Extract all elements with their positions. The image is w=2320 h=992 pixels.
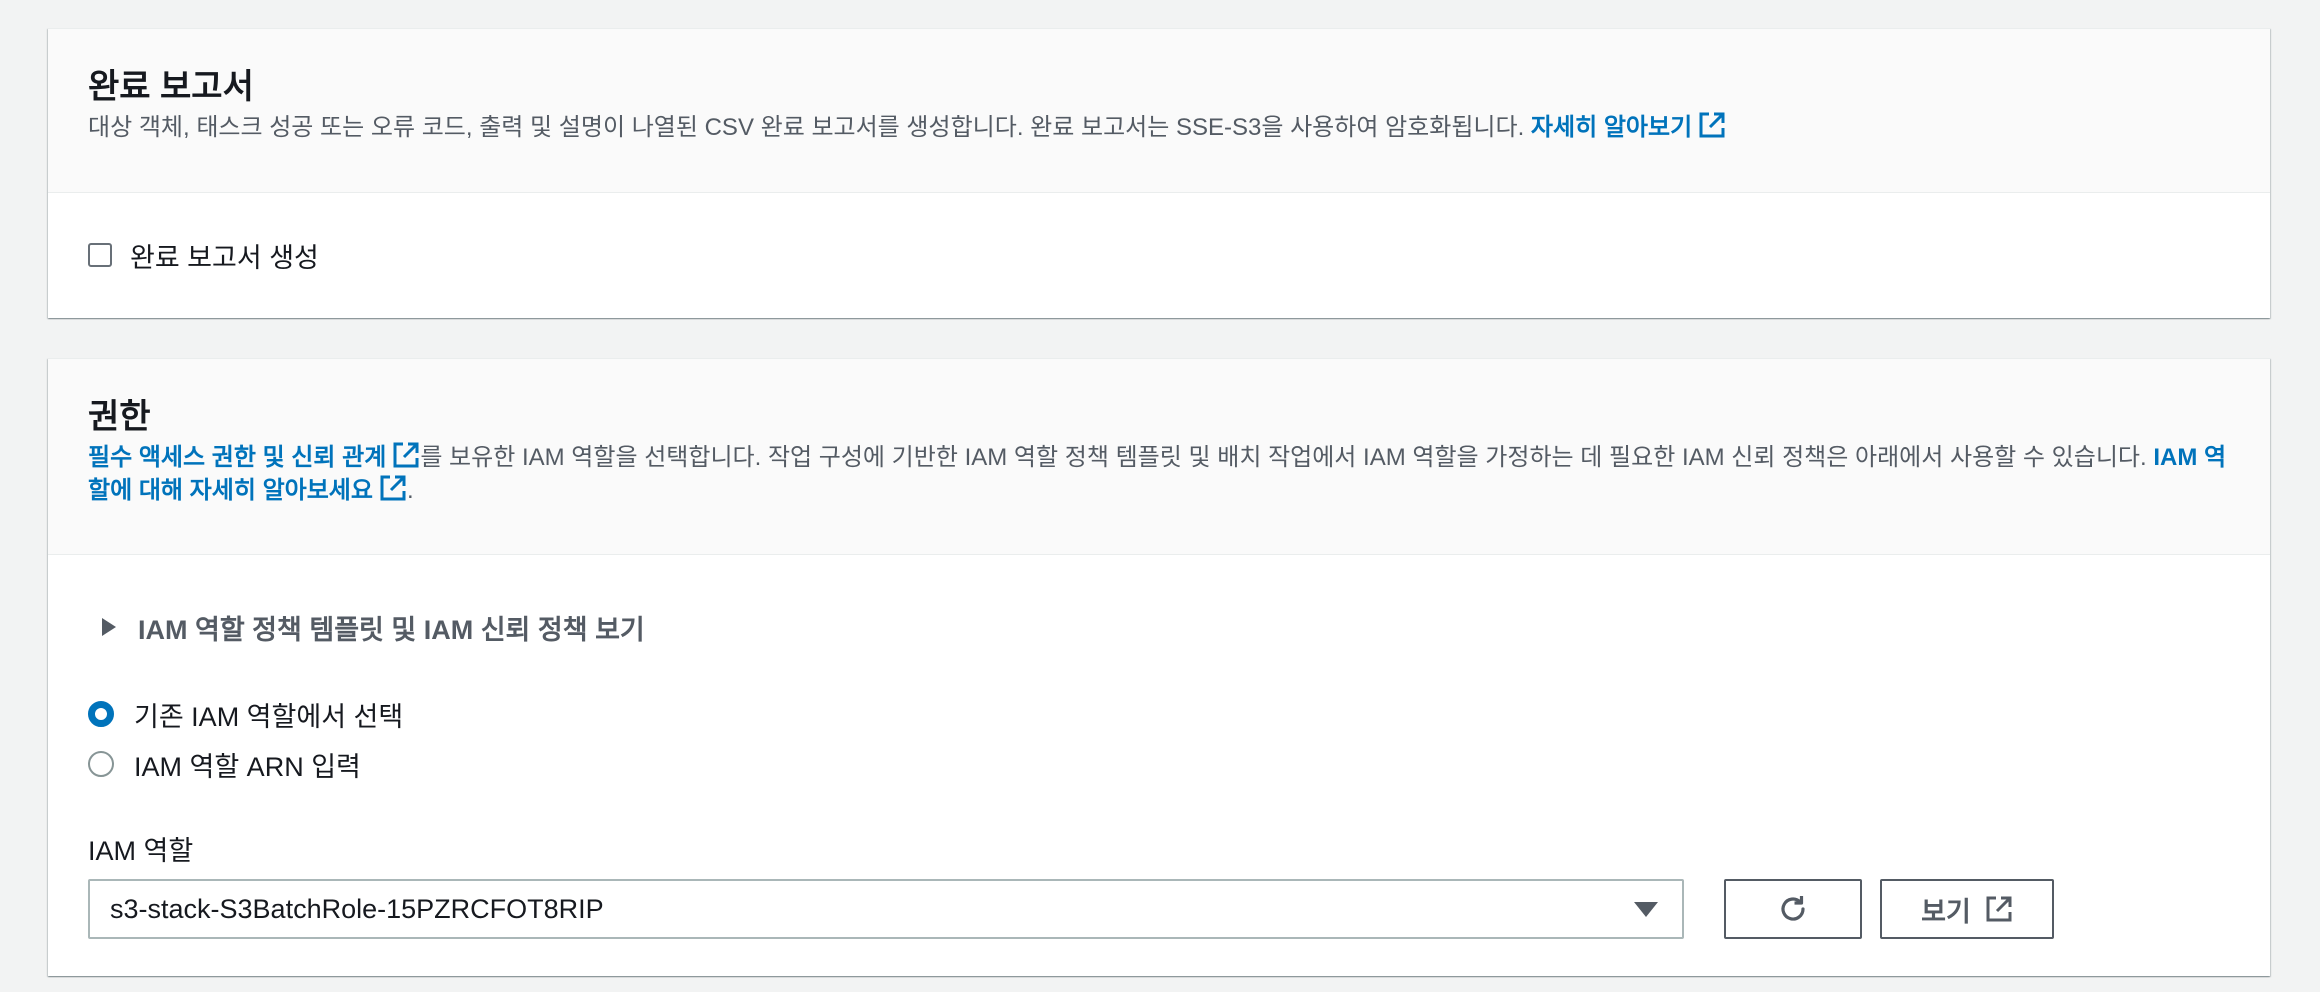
completion-report-panel: 완료 보고서 대상 객체, 태스크 성공 또는 오류 코드, 출력 및 설명이 … (48, 28, 2270, 318)
generate-report-option[interactable]: 완료 보고서 생성 (48, 193, 2270, 317)
view-role-button-label: 보기 (1921, 896, 1971, 927)
permissions-header: 권한 필수 액세스 권한 및 신뢰 관계 를 보유한 IAM 역할을 선택합니다.… (48, 359, 2270, 555)
learn-more-link[interactable]: 자세히 알아보기 (1530, 112, 1726, 141)
external-link-icon (1986, 896, 2012, 922)
generate-report-label: 완료 보고서 생성 (130, 242, 319, 273)
generate-report-checkbox[interactable] (88, 243, 112, 267)
existing-role-radio[interactable] (88, 701, 114, 727)
policy-template-expander[interactable]: IAM 역할 정책 템플릿 및 IAM 신뢰 정책 보기 (88, 607, 2230, 647)
refresh-icon (1781, 896, 1805, 921)
radio-option-enter-arn[interactable]: IAM 역할 ARN 입력 (88, 739, 2230, 789)
permissions-description: 필수 액세스 권한 및 신뢰 관계 를 보유한 IAM 역할을 선택합니다. 작업… (88, 441, 2230, 507)
iam-role-field-row: s3-stack-S3BatchRole-15PZRCFOT8RIP 보기 (88, 879, 2230, 939)
view-role-button[interactable]: 보기 (1880, 879, 2054, 939)
external-link-icon (393, 442, 419, 468)
caret-right-icon (102, 618, 116, 636)
enter-arn-radio[interactable] (88, 751, 114, 777)
existing-role-radio-label: 기존 IAM 역할에서 선택 (134, 701, 404, 732)
iam-role-select[interactable]: s3-stack-S3BatchRole-15PZRCFOT8RIP (88, 879, 1684, 939)
completion-report-header: 완료 보고서 대상 객체, 태스크 성공 또는 오류 코드, 출력 및 설명이 … (48, 29, 2270, 193)
learn-more-label: 자세히 알아보기 (1530, 114, 1693, 141)
enter-arn-radio-label: IAM 역할 ARN 입력 (134, 751, 361, 782)
external-link-icon (1699, 112, 1725, 138)
policy-template-expander-label: IAM 역할 정책 템플릿 및 IAM 신뢰 정책 보기 (138, 614, 645, 645)
completion-report-title: 완료 보고서 (88, 68, 254, 106)
permissions-title: 권한 (88, 398, 151, 436)
completion-report-description: 대상 객체, 태스크 성공 또는 오류 코드, 출력 및 설명이 나열된 CSV… (88, 111, 2230, 144)
iam-role-field-label: IAM 역할 (88, 836, 194, 866)
external-link-icon (380, 475, 406, 501)
radio-option-existing-role[interactable]: 기존 IAM 역할에서 선택 (88, 689, 2230, 739)
completion-report-description-text: 대상 객체, 태스크 성공 또는 오류 코드, 출력 및 설명이 나열된 CSV… (88, 114, 1531, 141)
permissions-description-end: . (406, 477, 414, 504)
caret-down-icon (1634, 901, 1658, 917)
iam-role-source-radio-group: 기존 IAM 역할에서 선택 IAM 역할 ARN 입력 (88, 689, 2230, 789)
iam-role-select-value: s3-stack-S3BatchRole-15PZRCFOT8RIP (110, 893, 604, 924)
refresh-button[interactable] (1724, 879, 1862, 939)
permissions-panel: 권한 필수 액세스 권한 및 신뢰 관계 를 보유한 IAM 역할을 선택합니다.… (48, 358, 2270, 976)
access-trust-label: 필수 액세스 권한 및 신뢰 관계 (88, 444, 387, 471)
permissions-description-text: 를 보유한 IAM 역할을 선택합니다. 작업 구성에 기반한 IAM 역할 정… (420, 444, 2154, 471)
access-trust-link[interactable]: 필수 액세스 권한 및 신뢰 관계 (88, 442, 420, 471)
